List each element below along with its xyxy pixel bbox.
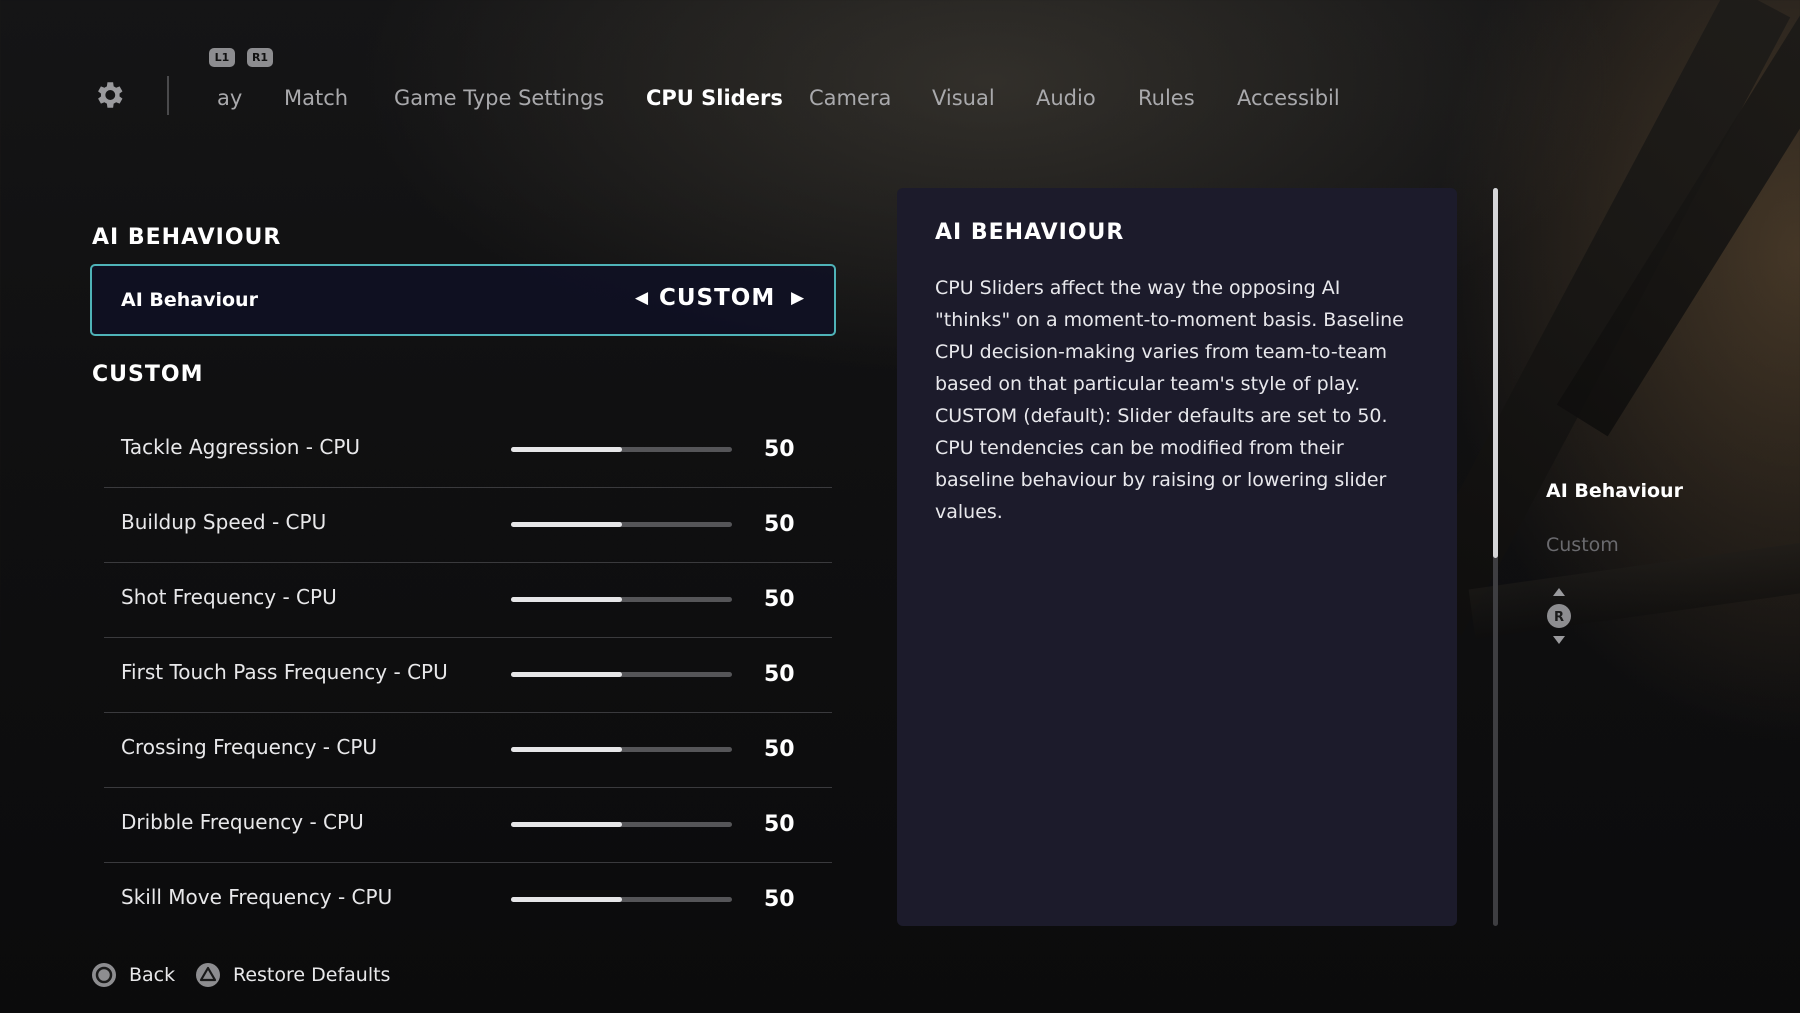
slider-label: Crossing Frequency - CPU — [121, 735, 378, 759]
right-stick-label: R — [1554, 610, 1564, 625]
tab-cpu-sliders[interactable]: CPU Sliders — [646, 86, 783, 110]
slider-label: Tackle Aggression - CPU — [121, 435, 361, 459]
ai-behaviour-value: CUSTOM — [659, 285, 776, 311]
section-title-custom: CUSTOM — [92, 362, 204, 387]
tab-gameplay[interactable]: ay — [217, 86, 242, 110]
stadium-beam — [1468, 531, 1800, 639]
slider-label: Dribble Frequency - CPU — [121, 810, 364, 834]
slider-track[interactable] — [511, 822, 732, 827]
slider-fill — [511, 747, 622, 752]
slider-value: 50 — [764, 887, 795, 912]
restore-defaults-label: Restore Defaults — [233, 964, 391, 986]
scrollbar-thumb[interactable] — [1493, 188, 1498, 558]
slider-fill — [511, 522, 622, 527]
tab-visual[interactable]: Visual — [932, 86, 995, 110]
nav-divider — [167, 76, 169, 115]
gear-icon[interactable] — [92, 78, 126, 112]
slider-track[interactable] — [511, 597, 732, 602]
slider-row-dribble-frequency[interactable]: Dribble Frequency - CPU 50 — [104, 788, 832, 863]
slider-row-skill-move-frequency[interactable]: Skill Move Frequency - CPU 50 — [104, 863, 832, 937]
slider-fill — [511, 897, 622, 902]
slider-row-first-touch-pass-frequency[interactable]: First Touch Pass Frequency - CPU 50 — [104, 638, 832, 713]
arrow-left-icon[interactable]: ◀ — [635, 288, 648, 308]
tab-camera[interactable]: Camera — [809, 86, 891, 110]
slider-row-buildup-speed[interactable]: Buildup Speed - CPU 50 — [104, 488, 832, 563]
slider-label: Shot Frequency - CPU — [121, 585, 337, 609]
slider-track[interactable] — [511, 672, 732, 677]
l1-button-icon[interactable]: L1 — [209, 48, 235, 67]
back-label: Back — [129, 964, 176, 986]
r1-button-icon[interactable]: R1 — [247, 48, 273, 67]
slider-fill — [511, 672, 622, 677]
tab-audio[interactable]: Audio — [1036, 86, 1096, 110]
slider-value: 50 — [764, 437, 795, 462]
info-panel: AI BEHAVIOUR CPU Sliders affect the way … — [897, 188, 1457, 926]
slider-value: 50 — [764, 512, 795, 537]
slider-label: Buildup Speed - CPU — [121, 510, 327, 534]
slider-row-tackle-aggression[interactable]: Tackle Aggression - CPU 50 — [104, 413, 832, 488]
restore-defaults-button[interactable]: Restore Defaults — [195, 962, 390, 988]
back-button[interactable]: Back — [91, 962, 175, 988]
slider-fill — [511, 822, 622, 827]
ai-behaviour-selector[interactable]: AI Behaviour ◀ CUSTOM ▶ — [90, 264, 836, 336]
slider-track[interactable] — [511, 897, 732, 902]
scrollbar[interactable] — [1493, 188, 1498, 926]
slider-track[interactable] — [511, 522, 732, 527]
circle-button-icon — [92, 963, 116, 987]
slider-value: 50 — [764, 587, 795, 612]
side-nav-custom[interactable]: Custom — [1546, 534, 1619, 556]
tab-match[interactable]: Match — [284, 86, 348, 110]
triangle-button-icon — [196, 963, 220, 987]
slider-value: 50 — [764, 737, 795, 762]
slider-value: 50 — [764, 662, 795, 687]
slider-track[interactable] — [511, 747, 732, 752]
slider-fill — [511, 447, 622, 452]
slider-label: Skill Move Frequency - CPU — [121, 885, 393, 909]
slider-fill — [511, 597, 622, 602]
info-description: CPU Sliders affect the way the opposing … — [935, 277, 1404, 523]
slider-label: First Touch Pass Frequency - CPU — [121, 660, 448, 684]
slider-row-shot-frequency[interactable]: Shot Frequency - CPU 50 — [104, 563, 832, 638]
tab-game-type-settings[interactable]: Game Type Settings — [394, 86, 604, 110]
slider-track[interactable] — [511, 447, 732, 452]
slider-row-crossing-frequency[interactable]: Crossing Frequency - CPU 50 — [104, 713, 832, 788]
tab-rules[interactable]: Rules — [1138, 86, 1195, 110]
right-stick-icon: R — [1547, 588, 1571, 644]
side-nav-ai-behaviour[interactable]: AI Behaviour — [1546, 480, 1683, 502]
arrow-right-icon[interactable]: ▶ — [791, 288, 804, 308]
ai-behaviour-label: AI Behaviour — [121, 289, 258, 311]
tab-accessibility[interactable]: Accessibil — [1237, 86, 1340, 110]
section-title-ai-behaviour: AI BEHAVIOUR — [92, 225, 282, 250]
info-title: AI BEHAVIOUR — [935, 220, 1125, 245]
slider-list: Tackle Aggression - CPU 50 Buildup Speed… — [104, 413, 832, 937]
slider-value: 50 — [764, 812, 795, 837]
